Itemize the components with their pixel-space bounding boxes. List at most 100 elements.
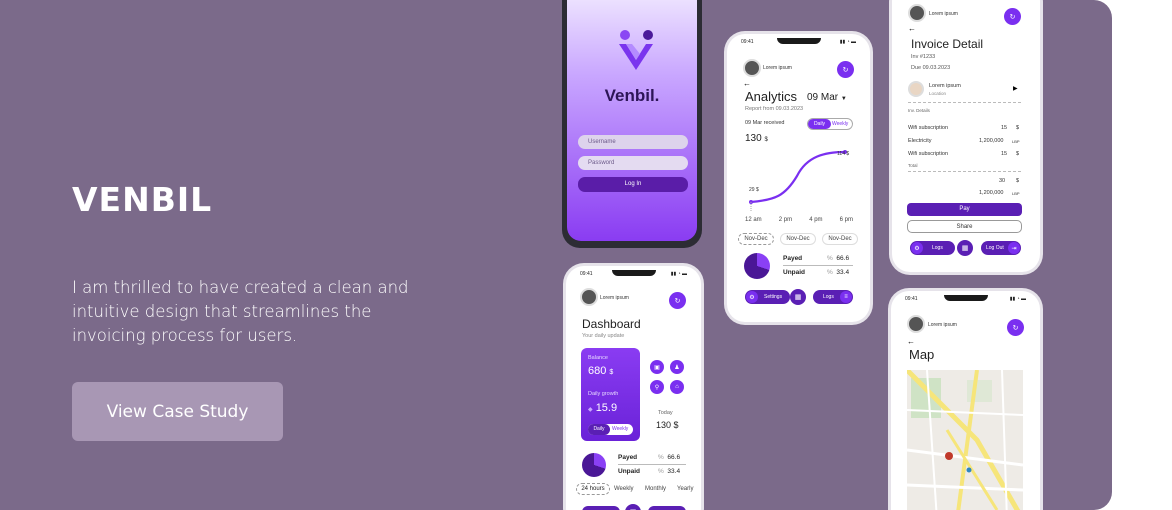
chart-low-label: 29 $ xyxy=(749,187,759,193)
brand-wordmark: Venbil. xyxy=(604,86,660,105)
period-toggle[interactable]: Daily Weekly xyxy=(807,118,853,130)
notification-button[interactable]: ↻ xyxy=(1007,319,1024,336)
payed-label: Payed xyxy=(783,255,803,262)
notification-button[interactable]: ↻ xyxy=(669,292,686,309)
share-button[interactable]: Share xyxy=(907,220,1022,233)
view-case-study-button[interactable]: View Case Study xyxy=(72,382,283,441)
chevron-right-icon[interactable]: ▶ xyxy=(1013,85,1018,92)
invoice-row-currency: LBP xyxy=(1012,139,1020,144)
payed-label: Payed xyxy=(618,454,638,461)
login-phone: Venbil. Username Password Log In xyxy=(562,0,702,248)
bottom-nav-right[interactable]: Logs ≡ xyxy=(813,290,853,304)
divider xyxy=(783,265,853,266)
today-value: 130 $ xyxy=(656,420,679,430)
due-date: Due 09.03.2023 xyxy=(911,65,951,71)
total-label: Total xyxy=(908,163,918,168)
avatar[interactable] xyxy=(743,59,761,77)
notification-button[interactable]: ↻ xyxy=(1004,8,1021,25)
toggle-daily[interactable]: Daily xyxy=(588,424,610,435)
grid-icon[interactable]: ▦ xyxy=(957,240,973,256)
chart-high-label: 114 $ xyxy=(837,151,850,157)
client-location: Location xyxy=(929,91,947,96)
invoice-row-currency: $ xyxy=(1016,125,1020,131)
date-select[interactable]: 09 Mar ▼ xyxy=(807,92,847,103)
period-chip[interactable]: Monthly xyxy=(645,486,666,492)
unpaid-value: % 33.4 xyxy=(827,269,850,276)
trend-icon: ◆ xyxy=(588,407,593,413)
dashboard-phone: 09:41 ▮▮ ◔ ▬ Lorem ipsum ↻ Dashboard Your… xyxy=(566,266,701,510)
user-icon[interactable]: ♟ xyxy=(670,360,684,374)
location-icon[interactable]: ⚲ xyxy=(650,380,664,394)
back-arrow-icon[interactable]: ← xyxy=(907,337,915,346)
payed-value: % 66.6 xyxy=(827,255,850,262)
password-field[interactable]: Password xyxy=(578,156,688,170)
back-arrow-icon[interactable]: ← xyxy=(908,24,916,33)
client-name: Lorem ipsum xyxy=(929,83,961,89)
invoice-row-value: 15 xyxy=(1001,125,1008,131)
notification-button[interactable]: ↻ xyxy=(837,61,854,78)
invoice-number: Inv #1233 xyxy=(911,54,936,60)
payment-pie-chart xyxy=(582,453,606,477)
page-title: Dashboard xyxy=(582,317,641,331)
range-chip[interactable]: Nov-Dec xyxy=(780,233,816,245)
bottom-nav-right[interactable]: Log Out ⇥ xyxy=(981,241,1021,255)
divider xyxy=(618,464,686,465)
received-label: 09 Mar received xyxy=(745,120,785,126)
toggle-daily[interactable]: Daily xyxy=(808,119,831,129)
bottom-nav-left[interactable]: ⚙ Settings xyxy=(745,290,790,304)
grid-icon[interactable]: ▦ xyxy=(790,289,806,305)
back-arrow-icon[interactable]: ← xyxy=(743,79,751,88)
hour-label: 4 pm xyxy=(809,217,823,223)
payed-value: % 66.6 xyxy=(658,454,681,461)
bottom-nav-right[interactable] xyxy=(648,506,686,510)
bottom-nav-left[interactable] xyxy=(582,506,620,510)
report-date: Report from 09.03.2023 xyxy=(745,106,804,112)
avatar[interactable] xyxy=(907,315,925,333)
logout-icon: ⇥ xyxy=(1008,242,1020,254)
unpaid-label: Unpaid xyxy=(783,269,806,276)
unpaid-value: % 33.4 xyxy=(658,468,681,475)
invoice-row-value: 1,200,000 xyxy=(979,138,1004,144)
total-usd-currency: $ xyxy=(1016,178,1020,184)
unpaid-label: Unpaid xyxy=(618,468,641,475)
user-name: Lorem ipsum xyxy=(600,295,629,301)
signal-icon: ▮▮ ◔ ▬ xyxy=(839,39,856,45)
toggle-weekly[interactable]: Weekly xyxy=(832,121,848,127)
settings-icon: ⚙ xyxy=(911,242,923,254)
avatar[interactable] xyxy=(908,4,926,22)
street-map[interactable] xyxy=(907,370,1023,510)
status-time: 09:41 xyxy=(905,296,918,302)
page-title: Invoice Detail xyxy=(911,37,984,51)
avatar[interactable] xyxy=(580,288,598,306)
nav-logout-label: Log Out xyxy=(986,245,1004,251)
user-name: Lorem ipsum xyxy=(763,65,792,71)
date-value: 09 Mar xyxy=(807,92,839,103)
chevron-down-icon: ▼ xyxy=(840,96,847,102)
range-chip[interactable]: Nov-Dec xyxy=(738,233,774,245)
project-title: VENBIL xyxy=(72,180,213,219)
nav-logs-label: Logs xyxy=(823,294,834,300)
hero-card: VENBIL I am thrilled to have created a c… xyxy=(0,0,1112,510)
pay-button[interactable]: Pay xyxy=(907,203,1022,216)
wallet-icon[interactable]: ▣ xyxy=(650,360,664,374)
period-chip[interactable]: 24 hours xyxy=(576,483,610,495)
period-chip[interactable]: Weekly xyxy=(614,486,634,492)
username-field[interactable]: Username xyxy=(578,135,688,149)
nav-logs-label: Logs xyxy=(932,245,943,251)
grid-icon[interactable]: ▦ xyxy=(625,504,641,510)
gift-icon[interactable]: ⌂ xyxy=(670,380,684,394)
user-name: Lorem ipsum xyxy=(928,322,957,328)
range-chip[interactable]: Nov-Dec xyxy=(822,233,858,245)
payment-pie-chart xyxy=(744,253,770,279)
hour-label: 12 am xyxy=(745,217,762,223)
login-button[interactable]: Log In xyxy=(578,177,688,192)
toggle-weekly[interactable]: Weekly xyxy=(612,426,628,432)
bottom-nav-left[interactable]: ⚙ Logs xyxy=(910,241,955,255)
signal-icon: ▮▮ ◔ ▬ xyxy=(670,271,687,277)
client-avatar xyxy=(908,81,924,97)
invoice-row-currency: $ xyxy=(1016,151,1020,157)
card-toggle[interactable]: Daily Weekly xyxy=(588,424,633,435)
period-chip[interactable]: Yearly xyxy=(677,486,693,492)
balance-value: 680 $ xyxy=(588,365,614,377)
section-label: Inv. Details xyxy=(908,108,930,113)
